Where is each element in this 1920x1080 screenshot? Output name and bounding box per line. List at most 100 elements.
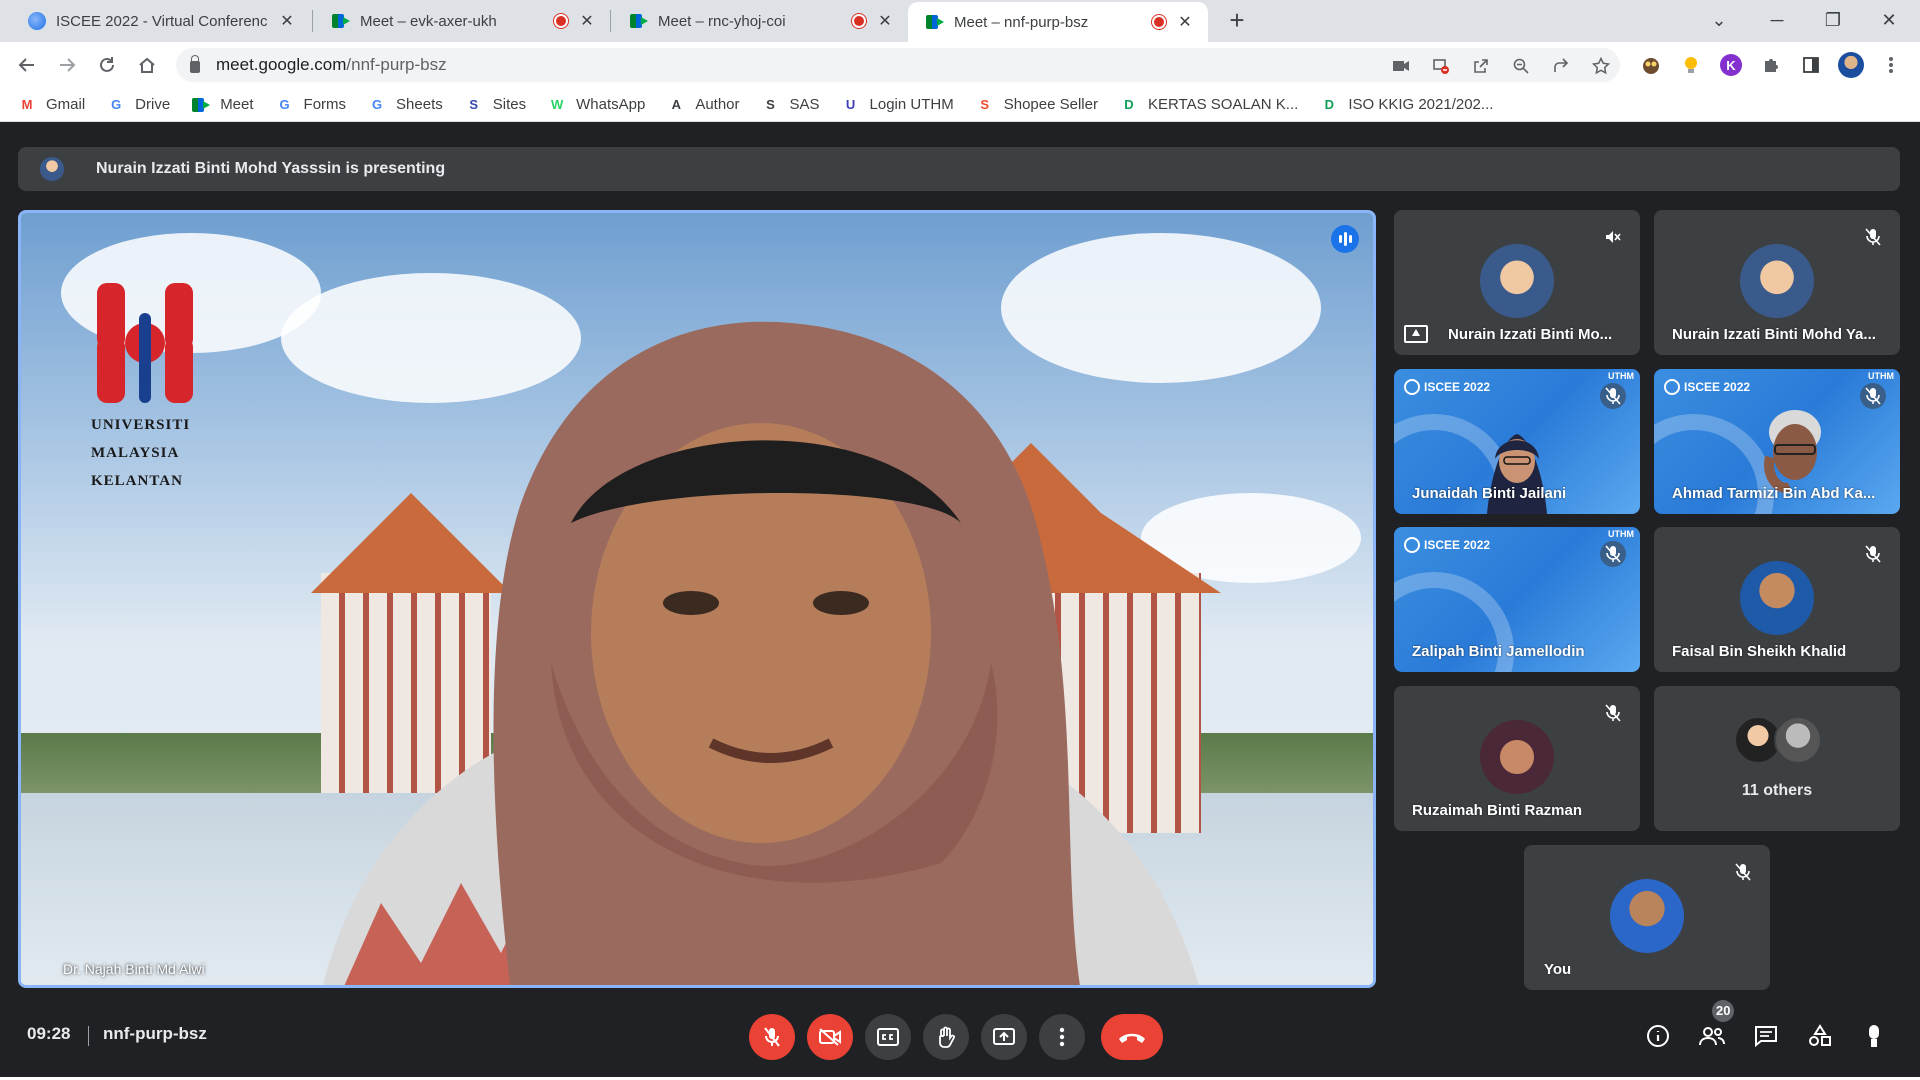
bookmark-login-uthm[interactable]: U Login UTHM <box>842 96 954 114</box>
tab-search-icon[interactable]: ⌄ <box>1696 0 1742 40</box>
slide-brand: ISCEE 2022 <box>1404 537 1490 553</box>
main-speaker-video[interactable]: UNIVERSITI MALAYSIA KELANTAN Dr. Najah B… <box>18 210 1376 988</box>
bookmark-gmail[interactable]: M Gmail <box>18 96 86 114</box>
chat-icon <box>1755 1026 1777 1047</box>
participant-tile[interactable]: Nurain Izzati Binti Mo... <box>1394 210 1640 355</box>
back-button[interactable] <box>12 50 42 80</box>
bookmark-sites[interactable]: S Sites <box>465 96 526 114</box>
blocked-popup-icon[interactable] <box>1430 55 1452 77</box>
side-panel-icon[interactable] <box>1798 52 1824 78</box>
self-tile[interactable]: You <box>1524 845 1770 990</box>
reload-button[interactable] <box>92 50 122 80</box>
meeting-controls-bar: 09:28 nnf-purp-bsz 20 <box>0 1000 1920 1080</box>
mic-off-icon <box>1860 383 1886 409</box>
activities-button[interactable] <box>1804 1020 1836 1052</box>
bookmark-favicon-icon: G <box>279 97 290 112</box>
forward-button[interactable] <box>52 50 82 80</box>
participant-tile[interactable]: Nurain Izzati Binti Mohd Ya... <box>1654 210 1900 355</box>
puzzle-icon[interactable] <box>1758 52 1784 78</box>
tab-meet-nnf[interactable]: Meet – nnf-purp-bsz ✕ <box>908 2 1208 42</box>
bookmark-shopee-seller[interactable]: S Shopee Seller <box>976 96 1098 114</box>
hand-icon <box>939 1026 955 1048</box>
mic-off-icon <box>1860 224 1886 250</box>
window-close-icon[interactable]: ✕ <box>1866 0 1912 40</box>
browser-toolbar: meet.google.com/nnf-purp-bsz K <box>0 42 1920 88</box>
participant-tile[interactable]: ISCEE 2022 UTHM Junaidah Binti Jailani <box>1394 369 1640 514</box>
bookmarks-bar: M Gmail G Drive Meet G Forms G Sheets S Sites W What… <box>0 88 1920 122</box>
people-button[interactable] <box>1696 1020 1728 1052</box>
activities-shapes-icon <box>1809 1024 1831 1046</box>
bookmark-forms[interactable]: G Forms <box>276 96 346 114</box>
bulb-extension-icon[interactable] <box>1678 52 1704 78</box>
chat-button[interactable] <box>1750 1020 1782 1052</box>
close-icon[interactable]: ✕ <box>278 11 296 31</box>
restore-icon[interactable]: ❐ <box>1810 0 1856 40</box>
close-icon[interactable]: ✕ <box>578 11 596 31</box>
bookmark-label: KERTAS SOALAN K... <box>1147 96 1299 113</box>
participant-tile[interactable]: Ruzaimah Binti Razman <box>1394 686 1640 831</box>
arrow-right-icon <box>60 58 76 72</box>
bookmark-meet[interactable]: Meet <box>192 96 254 114</box>
open-external-icon[interactable] <box>1470 55 1492 77</box>
lock-person-icon <box>1869 1025 1879 1047</box>
bookmark-star-icon[interactable] <box>1590 55 1612 77</box>
close-icon[interactable]: ✕ <box>1176 12 1194 32</box>
url-host: meet.google.com <box>216 55 347 74</box>
bookmark-whatsapp[interactable]: W WhatsApp <box>548 96 645 114</box>
bookmark-sheets[interactable]: G Sheets <box>368 96 443 114</box>
share-icon[interactable] <box>1550 55 1572 77</box>
owl-extension-icon[interactable] <box>1638 52 1664 78</box>
tab-meet-evk[interactable]: Meet – evk-axer-ukh ✕ <box>314 0 610 42</box>
bookmark-label: Login UTHM <box>869 96 954 113</box>
slide-corner-label: UTHM <box>1868 371 1894 381</box>
profile-k-extension-icon[interactable]: K <box>1718 52 1744 78</box>
camera-icon[interactable] <box>1390 55 1412 77</box>
slide-corner-label: UTHM <box>1608 371 1634 381</box>
minimize-icon[interactable]: ─ <box>1754 0 1800 40</box>
tab-meet-rnc[interactable]: Meet – rnc-yhoj-coi ✕ <box>612 0 908 42</box>
bookmark-favicon-icon: G <box>371 97 383 112</box>
url-path: /nnf-purp-bsz <box>346 55 447 74</box>
participant-tile[interactable]: ISCEE 2022 UTHM Ahmad Tarmizi Bin Abd Ka… <box>1654 369 1900 514</box>
user-avatar[interactable] <box>1838 52 1864 78</box>
tab-title: ISCEE 2022 - Virtual Conference <box>56 12 268 30</box>
close-icon[interactable]: ✕ <box>876 11 894 31</box>
leave-call-button[interactable] <box>1101 1014 1163 1060</box>
present-screen-icon <box>993 1028 1015 1045</box>
info-icon <box>1647 1025 1669 1047</box>
menu-kebab-icon[interactable] <box>1878 52 1904 78</box>
new-tab-button[interactable]: + <box>1222 6 1252 36</box>
participant-tile[interactable]: ISCEE 2022 UTHM Zalipah Binti Jamellodin <box>1394 527 1640 672</box>
raise-hand-button[interactable] <box>923 1014 969 1060</box>
participant-name: Junaidah Binti Jailani <box>1412 485 1567 502</box>
globe-icon <box>28 12 46 30</box>
speaking-indicator-icon <box>1331 225 1359 253</box>
bookmark-kertas-soalan-k[interactable]: D KERTAS SOALAN K... <box>1120 96 1298 114</box>
bookmark-favicon-icon: S <box>766 97 775 112</box>
zoom-icon[interactable] <box>1510 55 1532 77</box>
captions-button[interactable] <box>865 1014 911 1060</box>
mic-off-icon <box>1600 541 1626 567</box>
meeting-details-button[interactable] <box>1642 1020 1674 1052</box>
browser-tabstrip: ISCEE 2022 - Virtual Conference ✕ Meet –… <box>0 0 1920 42</box>
bookmark-sas[interactable]: S SAS <box>762 96 819 114</box>
others-tile[interactable]: 11 others <box>1654 686 1900 831</box>
reload-icon <box>100 57 114 72</box>
participant-name: Faisal Bin Sheikh Khalid <box>1672 643 1847 660</box>
present-now-button[interactable] <box>981 1014 1027 1060</box>
camera-toggle-button[interactable] <box>807 1014 853 1060</box>
participant-avatar <box>1740 561 1814 635</box>
bookmark-iso-kkig-2021-202[interactable]: D ISO KKIG 2021/202... <box>1320 96 1494 114</box>
bookmark-label: Sheets <box>396 96 443 113</box>
participant-tile[interactable]: Faisal Bin Sheikh Khalid <box>1654 527 1900 672</box>
mic-toggle-button[interactable] <box>749 1014 795 1060</box>
participant-name: Nurain Izzati Binti Mo... <box>1448 326 1613 343</box>
more-options-button[interactable] <box>1039 1014 1085 1060</box>
tab-iscee[interactable]: ISCEE 2022 - Virtual Conference ✕ <box>10 0 310 42</box>
bookmark-favicon-icon: G <box>111 97 122 112</box>
bookmark-drive[interactable]: G Drive <box>107 96 170 114</box>
host-controls-button[interactable] <box>1858 1020 1890 1052</box>
tab-title: Meet – rnc-yhoj-coi <box>658 12 786 30</box>
bookmark-author[interactable]: A Author <box>667 96 740 114</box>
home-button[interactable] <box>132 50 162 80</box>
